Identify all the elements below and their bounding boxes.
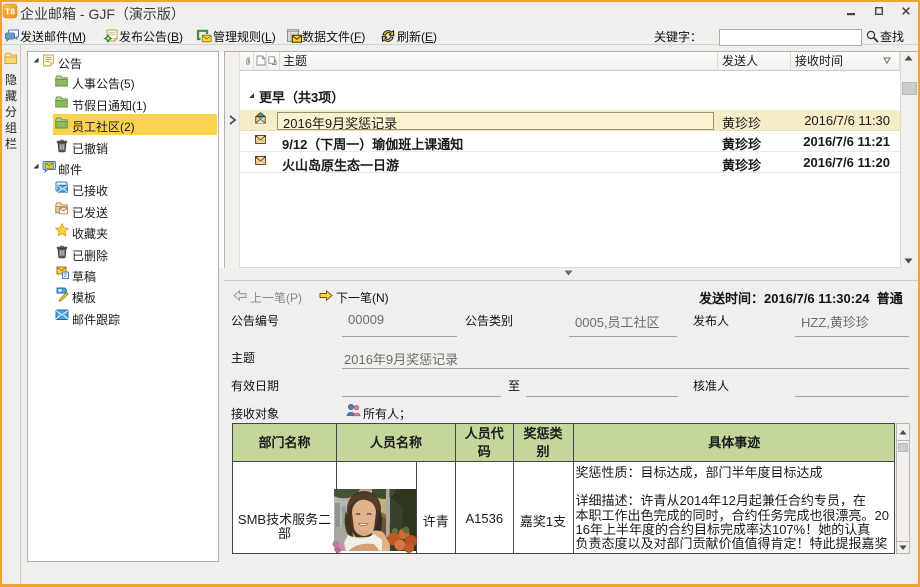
svg-text:T8: T8 [5,7,15,17]
